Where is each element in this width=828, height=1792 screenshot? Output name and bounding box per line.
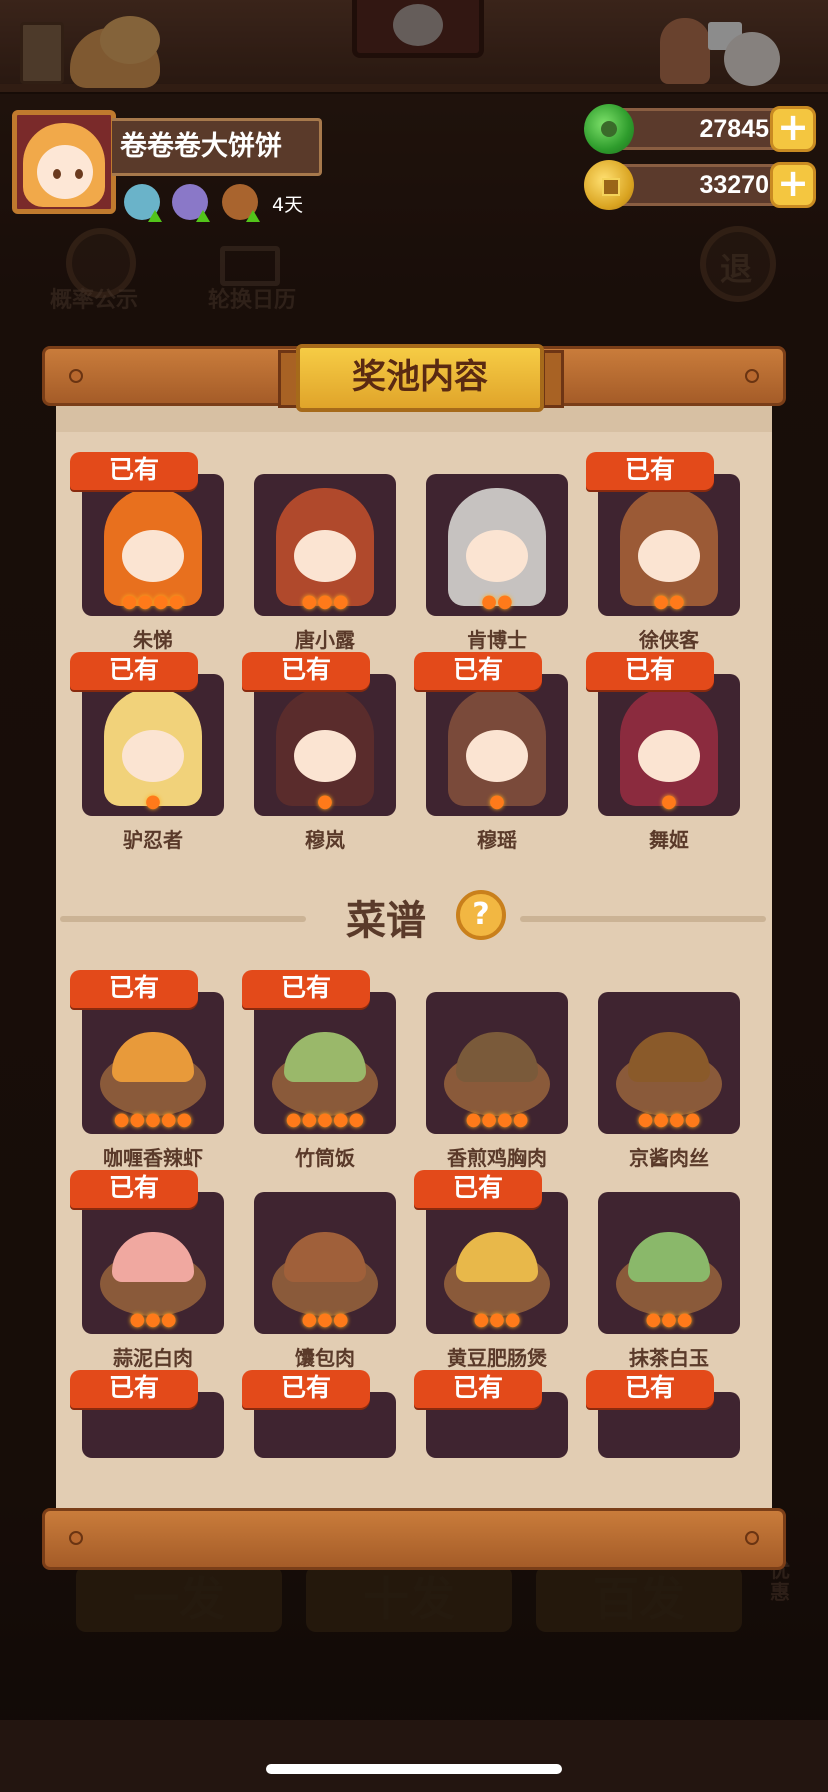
character-name: 朱悌 [133, 628, 173, 652]
owned-badge: 已有 [242, 970, 370, 1008]
jade-icon [584, 104, 634, 154]
help-icon[interactable]: ? [456, 890, 506, 940]
recipe-name: 咖喱香辣虾 [103, 1146, 203, 1170]
bottom-bar [0, 1720, 828, 1792]
rarity-flames: ●●●● [121, 591, 185, 612]
rarity-flames: ●●●● [465, 1109, 529, 1130]
rarity-flames: ●●●● [637, 1109, 701, 1130]
rarity-flames: ●●●●● [113, 1109, 193, 1130]
rarity-flames: ● [489, 791, 505, 812]
add-coin-button[interactable]: + [770, 162, 816, 208]
rarity-flames: ●●● [301, 1309, 349, 1330]
scroll-bottom-bar [42, 1508, 786, 1570]
owned-badge: 已有 [70, 652, 198, 690]
divider-left [60, 916, 306, 922]
rarity-flames: ●●● [301, 591, 349, 612]
shaved-ice-buff-icon[interactable] [124, 184, 162, 222]
owned-badge: 已有 [414, 652, 542, 690]
buff-days-remaining: 4天 [272, 194, 304, 216]
recipe-name: 抹茶白玉 [629, 1346, 709, 1370]
owned-badge: 已有 [414, 1170, 542, 1208]
rarity-flames: ●● [481, 591, 513, 612]
character-name: 驴忍者 [123, 828, 183, 852]
owned-badge: 已有 [70, 1370, 198, 1408]
owned-badge: 已有 [242, 652, 370, 690]
recipe-name: 香煎鸡胸肉 [447, 1146, 547, 1170]
rarity-flames: ● [661, 791, 677, 812]
home-indicator[interactable] [266, 1764, 562, 1774]
recipe-name: 竹筒饭 [295, 1146, 355, 1170]
owned-badge: 已有 [70, 970, 198, 1008]
scroll-fade [56, 1460, 772, 1510]
rarity-flames: ●● [653, 591, 685, 612]
divider-right [520, 916, 766, 922]
recipes-title: 菜谱 [346, 898, 426, 944]
rarity-flames: ●●●●● [285, 1109, 365, 1130]
owned-badge: 已有 [70, 1170, 198, 1208]
owned-badge: 已有 [242, 1370, 370, 1408]
recipe-name: 黄豆肥肠煲 [447, 1346, 547, 1370]
character-name: 舞姬 [649, 828, 689, 852]
recipe-name: 京酱肉丝 [629, 1146, 709, 1170]
modal-title: 奖池内容 [296, 344, 544, 412]
rarity-flames: ●●● [645, 1309, 693, 1330]
owned-badge: 已有 [414, 1370, 542, 1408]
recipe-name: 馕包肉 [295, 1346, 355, 1370]
owned-badge: 已有 [586, 652, 714, 690]
character-name: 穆瑶 [477, 828, 517, 852]
tools-buff-icon[interactable] [222, 184, 260, 222]
recipe-name: 蒜泥白肉 [113, 1346, 193, 1370]
player-name: 卷卷卷大饼饼 [112, 118, 322, 176]
jade-currency: 27845 + [584, 104, 816, 154]
owned-badge: 已有 [586, 452, 714, 490]
owned-badge: 已有 [70, 452, 198, 490]
character-name: 徐侠客 [639, 628, 699, 652]
rarity-flames: ● [317, 791, 333, 812]
character-name: 穆岚 [305, 828, 345, 852]
character-name: 肯博士 [467, 628, 527, 652]
chef-buff-icon[interactable] [172, 184, 210, 222]
rarity-flames: ●●● [129, 1309, 177, 1330]
rarity-flames: ● [145, 791, 161, 812]
character-name: 唐小露 [295, 628, 355, 652]
owned-badge: 已有 [586, 1370, 714, 1408]
add-jade-button[interactable]: + [770, 106, 816, 152]
rarity-flames: ●●● [473, 1309, 521, 1330]
coin-icon [584, 160, 634, 210]
player-avatar[interactable] [12, 110, 116, 214]
coin-currency: 33270 + [584, 160, 816, 210]
